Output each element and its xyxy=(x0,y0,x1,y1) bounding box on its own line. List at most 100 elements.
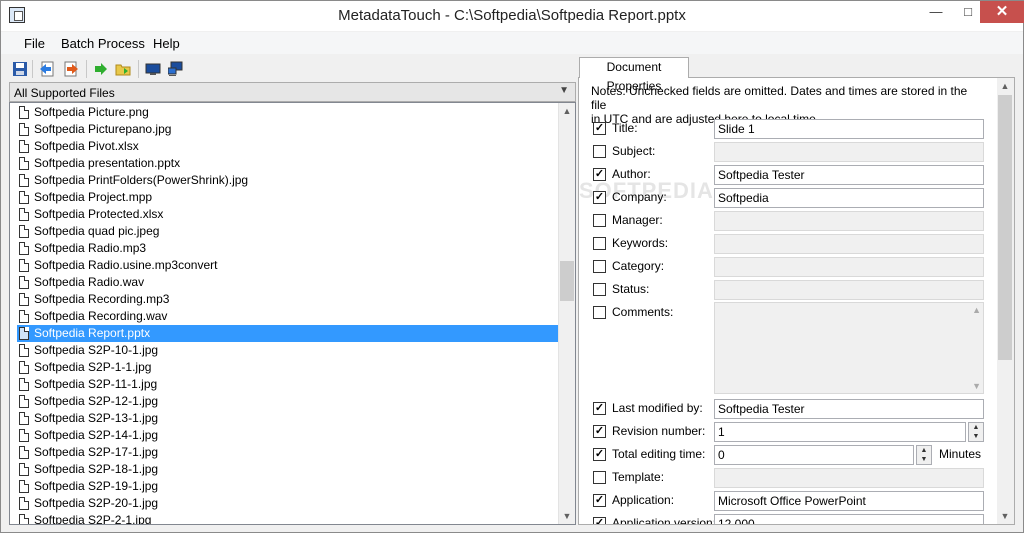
network-icon[interactable] xyxy=(168,61,184,77)
list-item[interactable]: Softpedia Radio.wav xyxy=(17,274,559,291)
manager-label: Manager: xyxy=(612,213,663,227)
status-checkbox[interactable] xyxy=(593,283,606,296)
list-item[interactable]: Softpedia Picture.png xyxy=(17,104,559,121)
category-checkbox[interactable] xyxy=(593,260,606,273)
application-version-checkbox[interactable]: ✓ xyxy=(593,517,606,524)
list-item[interactable]: Softpedia Protected.xlsx xyxy=(17,206,559,223)
list-item[interactable]: Softpedia S2P-2-1.jpg xyxy=(17,512,559,524)
list-item[interactable]: Softpedia S2P-1-1.jpg xyxy=(17,359,559,376)
list-item[interactable]: Softpedia Recording.wav xyxy=(17,308,559,325)
author-checkbox[interactable]: ✓ xyxy=(593,168,606,181)
subject-field[interactable] xyxy=(714,142,984,162)
company-label: Company: xyxy=(612,190,667,204)
file-name: Softpedia S2P-17-1.jpg xyxy=(34,445,159,459)
list-item[interactable]: Softpedia Pivot.xlsx xyxy=(17,138,559,155)
list-item[interactable]: Softpedia S2P-17-1.jpg xyxy=(17,444,559,461)
file-name: Softpedia Recording.wav xyxy=(34,309,168,323)
file-name: Softpedia S2P-13-1.jpg xyxy=(34,411,159,425)
file-name: Softpedia S2P-19-1.jpg xyxy=(34,479,159,493)
status-label: Status: xyxy=(612,282,650,296)
application-version-field[interactable]: 12.000 xyxy=(714,514,984,524)
revision-number-label: Revision number: xyxy=(612,424,706,438)
save-icon[interactable] xyxy=(12,61,28,77)
monitor-icon[interactable] xyxy=(145,61,161,77)
manager-field[interactable] xyxy=(714,211,984,231)
menu-bar: File Batch Process Help xyxy=(1,32,1023,54)
company-checkbox[interactable]: ✓ xyxy=(593,191,606,204)
list-item[interactable]: Softpedia S2P-13-1.jpg xyxy=(17,410,559,427)
last-modified-by-checkbox[interactable]: ✓ xyxy=(593,402,606,415)
file-icon xyxy=(19,276,29,289)
list-item[interactable]: Softpedia presentation.pptx xyxy=(17,155,559,172)
revision-number-field[interactable]: 1 xyxy=(714,422,966,442)
menu-batch-process[interactable]: Batch Process xyxy=(61,36,145,51)
application-field[interactable]: Microsoft Office PowerPoint xyxy=(714,491,984,511)
scroll-up-arrow[interactable]: ▲ xyxy=(997,78,1013,94)
list-item[interactable]: Softpedia Recording.mp3 xyxy=(17,291,559,308)
file-icon xyxy=(19,106,29,119)
file-icon xyxy=(19,208,29,221)
toolbar xyxy=(1,56,576,82)
total-editing-time-label: Total editing time: xyxy=(612,447,706,461)
list-item[interactable]: Softpedia quad pic.jpeg xyxy=(17,223,559,240)
apply-icon[interactable] xyxy=(93,61,109,77)
scroll-down-arrow[interactable]: ▼ xyxy=(997,508,1013,524)
list-item[interactable]: Softpedia S2P-18-1.jpg xyxy=(17,461,559,478)
total-editing-time-field[interactable]: 0 xyxy=(714,445,914,465)
file-filter-dropdown[interactable]: All Supported Files ▼ xyxy=(9,82,576,102)
list-item[interactable]: Softpedia Project.mpp xyxy=(17,189,559,206)
company-field[interactable]: Softpedia xyxy=(714,188,984,208)
title-checkbox[interactable]: ✓ xyxy=(593,122,606,135)
title-field[interactable]: Slide 1 xyxy=(714,119,984,139)
file-icon xyxy=(19,310,29,323)
subject-checkbox[interactable] xyxy=(593,145,606,158)
properties-scrollbar[interactable]: ▲ ▼ xyxy=(997,78,1014,524)
list-item[interactable]: Softpedia S2P-11-1.jpg xyxy=(17,376,559,393)
file-name: Softpedia Radio.mp3 xyxy=(34,241,147,255)
scrollbar-thumb[interactable] xyxy=(560,261,574,301)
list-item[interactable]: Softpedia Radio.mp3 xyxy=(17,240,559,257)
template-field[interactable] xyxy=(714,468,984,488)
tab-document-properties[interactable]: Document Properties xyxy=(579,57,689,93)
file-list-scrollbar[interactable]: ▲ ▼ xyxy=(558,103,575,524)
forward-icon[interactable] xyxy=(63,61,79,77)
open-folder-icon[interactable] xyxy=(115,61,131,77)
comments-checkbox[interactable] xyxy=(593,306,606,319)
author-field[interactable]: Softpedia Tester xyxy=(714,165,984,185)
list-item[interactable]: Softpedia S2P-10-1.jpg xyxy=(17,342,559,359)
scroll-up-arrow[interactable]: ▲ xyxy=(559,103,575,119)
manager-checkbox[interactable] xyxy=(593,214,606,227)
scroll-down-arrow[interactable]: ▼ xyxy=(559,508,575,524)
category-field[interactable] xyxy=(714,257,984,277)
file-name: Softpedia presentation.pptx xyxy=(34,156,181,170)
back-icon[interactable] xyxy=(39,61,55,77)
keywords-checkbox[interactable] xyxy=(593,237,606,250)
application-checkbox[interactable]: ✓ xyxy=(593,494,606,507)
menu-help[interactable]: Help xyxy=(153,36,180,51)
close-button[interactable]: ✕ xyxy=(980,1,1024,23)
spin-stepper[interactable]: ▲ ▼ xyxy=(968,422,984,442)
menu-file[interactable]: File xyxy=(24,36,45,51)
keywords-field[interactable] xyxy=(714,234,984,254)
minimize-button[interactable]: — xyxy=(920,1,952,23)
toolbar-separator xyxy=(86,60,87,78)
list-item[interactable]: Softpedia S2P-20-1.jpg xyxy=(17,495,559,512)
spin-stepper[interactable]: ▲ ▼ xyxy=(916,445,932,465)
list-item[interactable]: Softpedia S2P-12-1.jpg xyxy=(17,393,559,410)
list-item[interactable]: Softpedia Report.pptx xyxy=(17,325,559,342)
file-name: Softpedia S2P-18-1.jpg xyxy=(34,462,159,476)
list-item[interactable]: Softpedia S2P-19-1.jpg xyxy=(17,478,559,495)
list-item[interactable]: Softpedia S2P-14-1.jpg xyxy=(17,427,559,444)
revision-number-checkbox[interactable]: ✓ xyxy=(593,425,606,438)
template-checkbox[interactable] xyxy=(593,471,606,484)
list-item[interactable]: Softpedia PrintFolders(PowerShrink).jpg xyxy=(17,172,559,189)
total-editing-time-checkbox[interactable]: ✓ xyxy=(593,448,606,461)
list-item[interactable]: Softpedia Radio.usine.mp3convert xyxy=(17,257,559,274)
file-list[interactable]: Softpedia Picture.png Softpedia Picturepa… xyxy=(9,102,576,525)
scrollbar-thumb[interactable] xyxy=(998,95,1012,360)
last-modified-by-field[interactable]: Softpedia Tester xyxy=(714,399,984,419)
comments-field[interactable]: ▲ ▼ xyxy=(714,302,984,394)
list-item[interactable]: Softpedia Picturepano.jpg xyxy=(17,121,559,138)
app-window: MetadataTouch - C:\Softpedia\Softpedia R… xyxy=(0,0,1024,533)
status-field[interactable] xyxy=(714,280,984,300)
